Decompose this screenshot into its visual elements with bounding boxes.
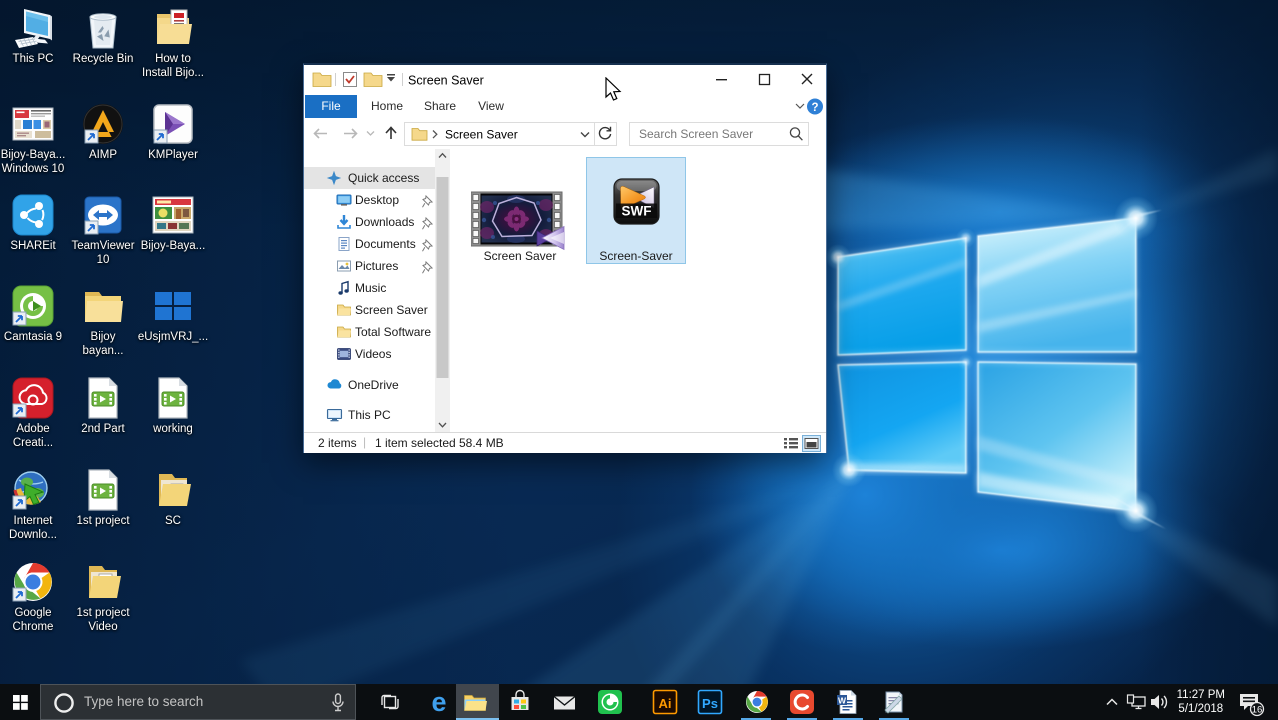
svg-text:Screen Saver: Screen Saver: [445, 128, 518, 142]
svg-text:W: W: [838, 696, 847, 706]
svg-text:Ps: Ps: [702, 696, 718, 711]
svg-text:16: 16: [1252, 705, 1263, 716]
svg-text:e: e: [431, 687, 446, 717]
svg-text:Screen Saver: Screen Saver: [408, 74, 484, 88]
svg-text:Ai: Ai: [659, 696, 672, 711]
svg-text:?: ?: [811, 102, 818, 114]
svg-text:SWF: SWF: [622, 204, 652, 219]
